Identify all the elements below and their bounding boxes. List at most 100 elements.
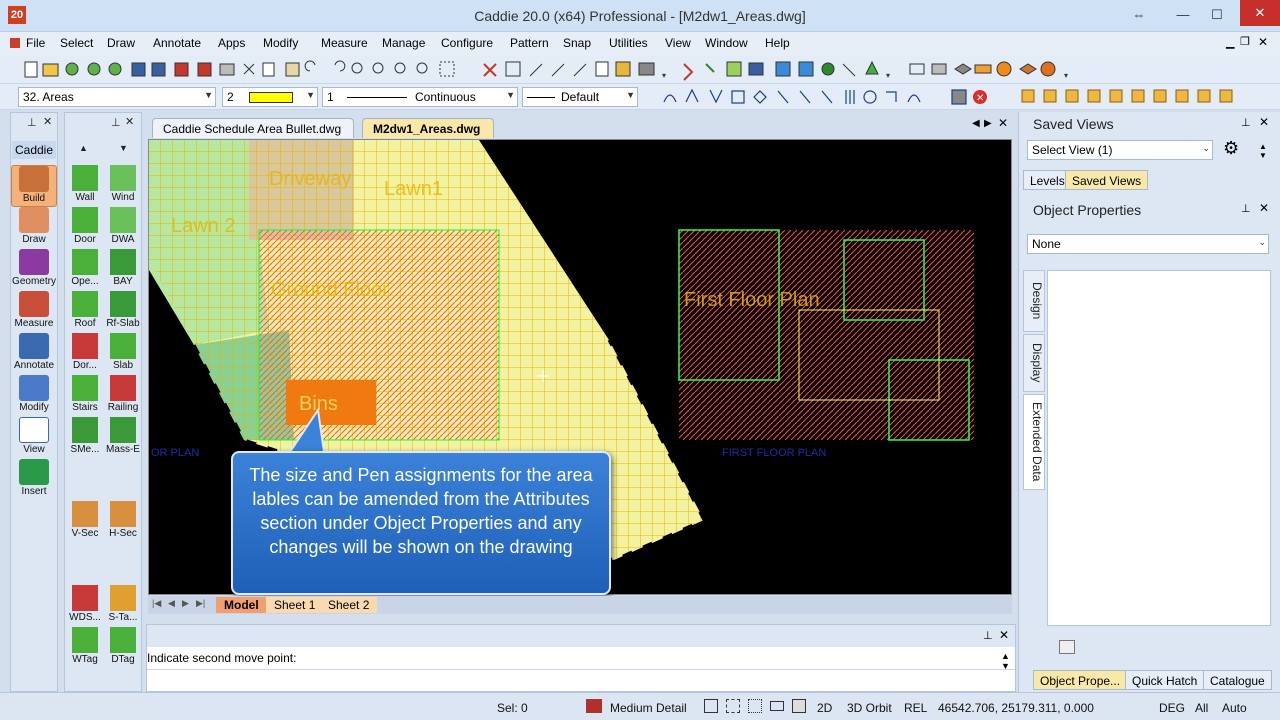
scroll-down-icon[interactable]: ▼ [119, 143, 128, 153]
measure-tool[interactable]: Measure [11, 291, 57, 333]
window-toggle-icon[interactable] [770, 701, 784, 711]
tab-sheet-1[interactable]: Sheet 1 [266, 597, 324, 613]
pin-icon[interactable]: ⊥ [27, 116, 37, 129]
draw-tool[interactable]: Draw [11, 207, 57, 249]
pin-icon[interactable]: ⊥ [1241, 202, 1251, 215]
object-combo[interactable]: None ⌄ [1027, 234, 1269, 254]
saved-views-close-icon[interactable]: ✕ [1259, 115, 1269, 129]
wtag-tool[interactable]: WTag [67, 627, 103, 669]
display-toggle-icon[interactable] [792, 699, 806, 713]
gear-icon[interactable]: ⚙ [1223, 138, 1239, 159]
mdi-restore-button[interactable]: ❐ [1240, 35, 1250, 48]
menu-pattern[interactable]: Pattern [510, 36, 549, 50]
layout-nav-last-icon[interactable]: ▶| [196, 598, 205, 609]
command-scroll-icon[interactable]: ▲ ▼ [1001, 651, 1010, 671]
object-properties-close-icon[interactable]: ✕ [1259, 201, 1269, 215]
dwa-tool[interactable]: DWA [105, 207, 141, 249]
restore-arrows-icon[interactable]: ⇔ [1124, 4, 1154, 26]
pin-icon[interactable]: ⊥ [1241, 116, 1251, 129]
standard-toolbar-icons[interactable]: ▾ ▾ ▾ [0, 56, 1280, 84]
opening-tool[interactable]: Ope... [67, 249, 103, 291]
tab-quick-hatch[interactable]: Quick Hatch [1125, 670, 1205, 690]
angle-units[interactable]: DEG [1159, 701, 1185, 715]
roof-tool[interactable]: Roof [67, 291, 103, 333]
command-input[interactable] [147, 671, 997, 689]
select-view-combo[interactable]: Select View (1) ⌄ [1027, 140, 1213, 160]
menu-draw[interactable]: Draw [107, 36, 135, 50]
menu-modify[interactable]: Modify [263, 36, 298, 50]
menu-annotate[interactable]: Annotate [153, 36, 201, 50]
linetype-combo[interactable]: 1 Continuous ▼ [322, 87, 518, 107]
pin-icon[interactable]: ⊥ [983, 629, 993, 642]
grid-toggle-icon[interactable] [726, 699, 740, 713]
menu-help[interactable]: Help [765, 36, 790, 50]
tab-extended-data[interactable]: Extended Data [1023, 394, 1045, 490]
draw-toolbar-icons[interactable]: ✕ [660, 86, 1280, 108]
layout-nav-first-icon[interactable]: |◀ [152, 598, 161, 609]
wall-tool[interactable]: Wall [67, 165, 103, 207]
menu-manage[interactable]: Manage [382, 36, 425, 50]
modify-tool[interactable]: Modify [11, 375, 57, 417]
layout-nav-prev-icon[interactable]: ◀ [168, 598, 175, 609]
annotate-tool[interactable]: Annotate [11, 333, 57, 375]
tab-model[interactable]: Model [216, 597, 267, 613]
tab-sheet-2[interactable]: Sheet 2 [320, 597, 378, 613]
v-sec-tool[interactable]: V-Sec [67, 501, 103, 543]
menu-select[interactable]: Select [60, 36, 93, 50]
menu-configure[interactable]: Configure [441, 36, 493, 50]
door-tool[interactable]: Door [67, 207, 103, 249]
bay-tool[interactable]: BAY [105, 249, 141, 291]
roof-slab-tool[interactable]: Rf-Slab [105, 291, 141, 333]
slab-tool[interactable]: Slab [105, 333, 141, 375]
wds-tool[interactable]: WDS... [67, 585, 103, 627]
menu-window[interactable]: Window [705, 36, 748, 50]
layer-icon[interactable] [704, 699, 718, 713]
tab-design[interactable]: Design [1023, 270, 1045, 332]
menu-apps[interactable]: Apps [218, 36, 245, 50]
tab-close-icon[interactable]: ✕ [998, 116, 1008, 130]
palette-tab-caddie[interactable]: Caddie [12, 141, 56, 159]
scroll-up-icon[interactable]: ▲ [79, 143, 88, 153]
detail-level[interactable]: Medium Detail [610, 701, 687, 715]
close-button[interactable]: ✕ [1240, 0, 1280, 26]
tab-scroll-right-icon[interactable]: ▶ [984, 118, 992, 129]
layout-nav-next-icon[interactable]: ▶ [182, 598, 189, 609]
pin-icon[interactable]: ⊥ [111, 116, 121, 129]
menu-utilities[interactable]: Utilities [609, 36, 648, 50]
s-tag-tool[interactable]: S-Ta... [105, 585, 141, 627]
properties-settings-icon[interactable] [1059, 640, 1075, 654]
stairs-tool[interactable]: Stairs [67, 375, 103, 417]
dtag-tool[interactable]: DTag [105, 627, 141, 669]
menu-measure[interactable]: Measure [321, 36, 368, 50]
palette-close-icon[interactable]: ✕ [125, 115, 134, 128]
command-close-icon[interactable]: ✕ [999, 628, 1009, 642]
auto-toggle[interactable]: Auto [1222, 701, 1247, 715]
mdi-minimize-button[interactable]: ▁ [1226, 36, 1234, 49]
menu-view[interactable]: View [665, 36, 691, 50]
mdi-close-button[interactable]: ✕ [1258, 35, 1268, 49]
tab-scroll-left-icon[interactable]: ◀ [972, 118, 980, 129]
tab-display[interactable]: Display [1023, 334, 1045, 392]
tab-caddie-schedule[interactable]: Caddie Schedule Area Bullet.dwg [152, 118, 354, 138]
view-tool[interactable]: View [11, 417, 57, 459]
layer-combo[interactable]: 32. Areas ▼ [18, 87, 216, 107]
views-scroll-icon[interactable]: ▲ ▼ [1259, 142, 1267, 160]
minimize-button[interactable]: — [1168, 4, 1198, 26]
geometry-tool[interactable]: Geometry [11, 249, 57, 291]
rel-toggle[interactable]: REL [904, 701, 927, 715]
smesh-tool[interactable]: SMe... [67, 417, 103, 459]
menu-snap[interactable]: Snap [563, 36, 591, 50]
detail-icon[interactable] [586, 699, 602, 713]
insert-tool[interactable]: Insert [11, 459, 57, 501]
mass-e-tool[interactable]: Mass-E [105, 417, 141, 459]
palette-close-icon[interactable]: ✕ [43, 115, 52, 128]
mode-3d-orbit[interactable]: 3D Orbit [847, 701, 892, 715]
all-toggle[interactable]: All [1195, 701, 1208, 715]
window-tool[interactable]: Wind [105, 165, 141, 207]
doc-icon[interactable] [10, 38, 20, 48]
tab-catalogue[interactable]: Catalogue [1203, 670, 1272, 690]
dormer-tool[interactable]: Dor... [67, 333, 103, 375]
menu-file[interactable]: File [26, 36, 45, 50]
snap-toggle-icon[interactable] [748, 699, 762, 713]
h-sec-tool[interactable]: H-Sec [105, 501, 141, 543]
